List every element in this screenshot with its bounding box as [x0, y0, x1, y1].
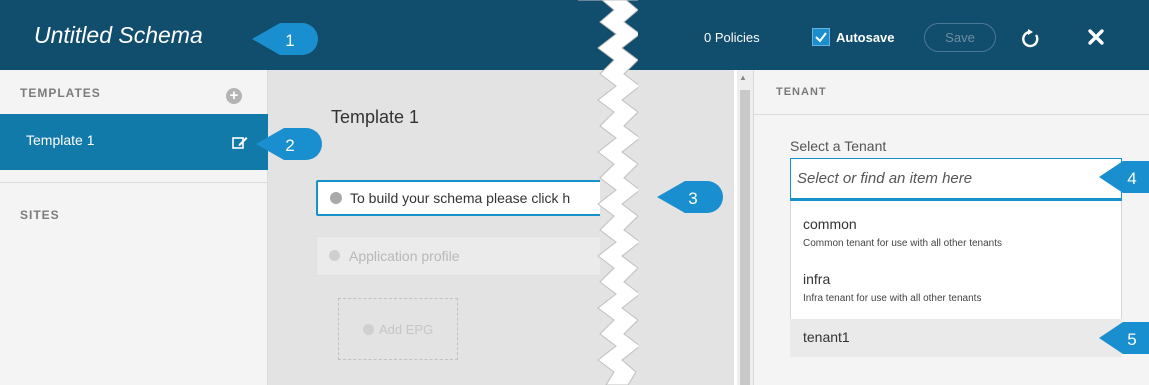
save-button[interactable]: Save [924, 23, 996, 52]
callout-number: 4 [1127, 169, 1136, 188]
application-profile-label: Application profile [349, 248, 460, 264]
autosave-label: Autosave [836, 30, 895, 45]
plus-circle-icon [329, 250, 340, 261]
plus-circle-icon [330, 192, 342, 204]
callout-4: 4 [1099, 161, 1149, 193]
policies-count: 0 Policies [704, 30, 760, 45]
option-name: infra [803, 271, 831, 287]
select-tenant-label: Select a Tenant [790, 138, 887, 154]
scroll-up-icon[interactable]: ▲ [739, 73, 747, 82]
tenant-select-placeholder: Select or find an item here [797, 170, 973, 187]
tenant-select-input[interactable]: Select or find an item here [790, 158, 1122, 200]
template-heading: Template 1 [331, 107, 420, 127]
scrollbar-thumb[interactable] [740, 90, 750, 385]
sidebar-divider [0, 182, 268, 183]
torn-divider [578, 0, 638, 385]
callout-2: 2 [256, 128, 322, 160]
build-hint-text: To build your schema please click h [350, 190, 571, 206]
sites-section-label: SITES [20, 208, 60, 222]
add-epg-label: Add EPG [379, 322, 434, 337]
tenant-option-common[interactable]: common Common tenant for use with all ot… [790, 201, 1122, 259]
schema-title[interactable]: Untitled Schema [34, 22, 203, 49]
tenant-header-label: TENANT [776, 86, 827, 98]
option-name: tenant1 [803, 329, 850, 345]
option-description: Common tenant for use with all other ten… [803, 238, 1002, 249]
callout-number: 3 [688, 189, 697, 208]
callout-number: 1 [285, 31, 294, 50]
add-template-icon[interactable]: + [226, 88, 242, 104]
callout-3: 3 [657, 181, 723, 213]
plus-circle-icon [363, 324, 374, 335]
refresh-icon[interactable] [1019, 27, 1041, 49]
tenant-option-tenant1[interactable]: tenant1 [790, 319, 1122, 357]
option-description: Infra tenant for use with all other tena… [803, 293, 982, 304]
autosave-checkbox[interactable] [812, 28, 830, 46]
sidebar-item-label: Template 1 [26, 132, 95, 148]
check-icon [815, 32, 827, 43]
option-name: common [803, 216, 857, 232]
callout-number: 2 [285, 136, 294, 155]
add-epg-button[interactable]: Add EPG [338, 298, 458, 360]
edit-icon[interactable] [231, 133, 249, 151]
callout-number: 5 [1127, 330, 1136, 349]
callout-1: 1 [252, 23, 318, 55]
close-icon[interactable] [1085, 26, 1107, 48]
templates-section-label: TEMPLATES [20, 86, 101, 100]
sidebar-item-template-1[interactable]: Template 1 [0, 114, 268, 170]
callout-5: 5 [1099, 322, 1149, 354]
tenant-option-infra[interactable]: infra Infra tenant for use with all othe… [790, 259, 1122, 319]
